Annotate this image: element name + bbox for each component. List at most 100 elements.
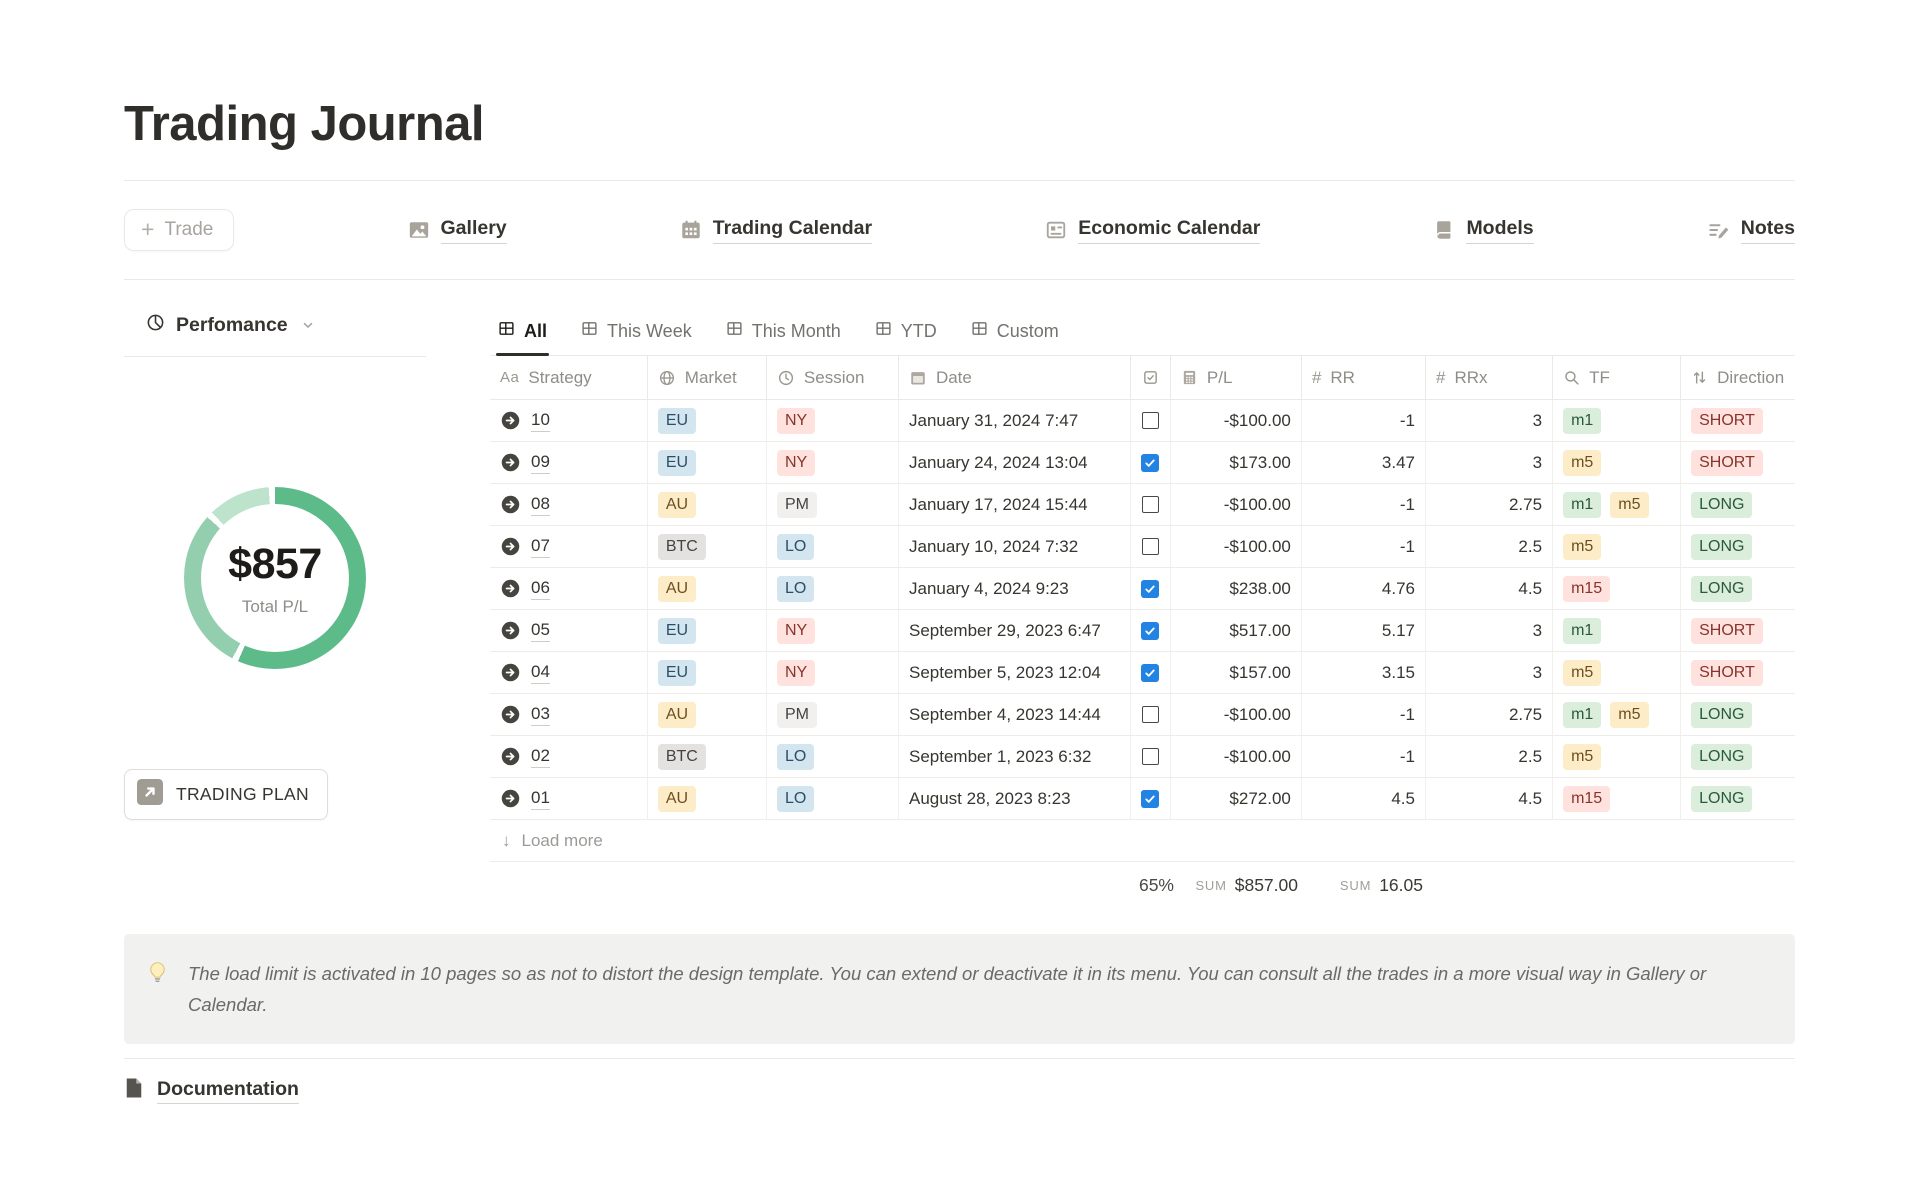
cell-tf[interactable]: m15	[1553, 568, 1681, 609]
cell-tf[interactable]: m1	[1553, 400, 1681, 441]
row-checkbox[interactable]	[1141, 622, 1159, 640]
cell-rr[interactable]: 4.5	[1302, 778, 1426, 819]
cell-rrx[interactable]: 3	[1426, 610, 1553, 651]
cell-tf[interactable]: m15	[1553, 778, 1681, 819]
row-checkbox[interactable]	[1142, 496, 1159, 513]
strategy-link[interactable]: 09	[500, 452, 550, 474]
cell-direction[interactable]: SHORT	[1681, 442, 1795, 483]
cell-market[interactable]: AU	[648, 778, 767, 819]
cell-date[interactable]: August 28, 2023 8:23	[899, 778, 1131, 819]
cell-pl[interactable]: $272.00	[1171, 778, 1302, 819]
cell-pl[interactable]: $517.00	[1171, 610, 1302, 651]
cell-market[interactable]: EU	[648, 652, 767, 693]
cell-date[interactable]: January 24, 2024 13:04	[899, 442, 1131, 483]
cell-rrx[interactable]: 2.75	[1426, 694, 1553, 735]
cell-checked[interactable]	[1131, 442, 1171, 483]
cell-tf[interactable]: m1m5	[1553, 484, 1681, 525]
cell-session[interactable]: LO	[767, 778, 899, 819]
cell-strategy[interactable]: 05	[490, 610, 648, 651]
cell-checked[interactable]	[1131, 568, 1171, 609]
nav-link-economic-calendar[interactable]: Economic Calendar	[1045, 217, 1260, 244]
cell-rrx[interactable]: 3	[1426, 652, 1553, 693]
cell-rr[interactable]: -1	[1302, 400, 1426, 441]
trading-plan-button[interactable]: TRADING PLAN	[124, 769, 328, 820]
cell-date[interactable]: January 10, 2024 7:32	[899, 526, 1131, 567]
cell-direction[interactable]: LONG	[1681, 568, 1795, 609]
strategy-link[interactable]: 02	[500, 746, 550, 768]
cell-market[interactable]: EU	[648, 442, 767, 483]
documentation-link[interactable]: Documentation	[124, 1077, 1795, 1104]
cell-strategy[interactable]: 02	[490, 736, 648, 777]
trade-button[interactable]: + Trade	[124, 209, 234, 251]
cell-pl[interactable]: $238.00	[1171, 568, 1302, 609]
cell-session[interactable]: NY	[767, 400, 899, 441]
cell-direction[interactable]: LONG	[1681, 484, 1795, 525]
column-header-rrx[interactable]: #RRx	[1426, 356, 1553, 399]
cell-strategy[interactable]: 03	[490, 694, 648, 735]
cell-rr[interactable]: 3.15	[1302, 652, 1426, 693]
cell-market[interactable]: AU	[648, 568, 767, 609]
cell-rrx[interactable]: 2.5	[1426, 526, 1553, 567]
cell-market[interactable]: BTC	[648, 526, 767, 567]
pl-sum-aggregate[interactable]: SUM $857.00	[1176, 862, 1308, 908]
cell-tf[interactable]: m5	[1553, 736, 1681, 777]
row-checkbox[interactable]	[1141, 580, 1159, 598]
cell-tf[interactable]: m5	[1553, 652, 1681, 693]
cell-strategy[interactable]: 06	[490, 568, 648, 609]
row-checkbox[interactable]	[1141, 454, 1159, 472]
tab-all[interactable]: All	[496, 320, 549, 355]
strategy-link[interactable]: 06	[500, 578, 550, 600]
cell-date[interactable]: September 29, 2023 6:47	[899, 610, 1131, 651]
nav-link-notes[interactable]: Notes	[1707, 217, 1795, 244]
column-header-rr[interactable]: #RR	[1302, 356, 1426, 399]
cell-session[interactable]: PM	[767, 484, 899, 525]
strategy-link[interactable]: 01	[500, 788, 550, 810]
cell-session[interactable]: NY	[767, 442, 899, 483]
cell-pl[interactable]: -$100.00	[1171, 400, 1302, 441]
cell-market[interactable]: AU	[648, 484, 767, 525]
cell-tf[interactable]: m5	[1553, 442, 1681, 483]
column-header-market[interactable]: Market	[648, 356, 767, 399]
cell-session[interactable]: PM	[767, 694, 899, 735]
cell-checked[interactable]	[1131, 652, 1171, 693]
cell-direction[interactable]: LONG	[1681, 736, 1795, 777]
cell-rrx[interactable]: 3	[1426, 442, 1553, 483]
cell-pl[interactable]: -$100.00	[1171, 694, 1302, 735]
cell-checked[interactable]	[1131, 694, 1171, 735]
row-checkbox[interactable]	[1141, 664, 1159, 682]
cell-rrx[interactable]: 2.5	[1426, 736, 1553, 777]
cell-strategy[interactable]: 10	[490, 400, 648, 441]
cell-rrx[interactable]: 3	[1426, 400, 1553, 441]
column-header-date[interactable]: Date	[899, 356, 1131, 399]
cell-rr[interactable]: 4.76	[1302, 568, 1426, 609]
cell-rr[interactable]: -1	[1302, 484, 1426, 525]
cell-date[interactable]: September 5, 2023 12:04	[899, 652, 1131, 693]
performance-view-selector[interactable]: Perfomance	[124, 312, 426, 357]
tab-this-week[interactable]: This Week	[579, 320, 694, 355]
cell-rrx[interactable]: 4.5	[1426, 778, 1553, 819]
cell-checked[interactable]	[1131, 400, 1171, 441]
cell-market[interactable]: BTC	[648, 736, 767, 777]
tab-this-month[interactable]: This Month	[724, 320, 843, 355]
strategy-link[interactable]: 05	[500, 620, 550, 642]
cell-rr[interactable]: -1	[1302, 694, 1426, 735]
cell-session[interactable]: LO	[767, 526, 899, 567]
row-checkbox[interactable]	[1142, 412, 1159, 429]
cell-direction[interactable]: SHORT	[1681, 652, 1795, 693]
cell-date[interactable]: January 4, 2024 9:23	[899, 568, 1131, 609]
strategy-link[interactable]: 10	[500, 410, 550, 432]
cell-pl[interactable]: -$100.00	[1171, 736, 1302, 777]
cell-direction[interactable]: LONG	[1681, 526, 1795, 567]
cell-strategy[interactable]: 08	[490, 484, 648, 525]
checked-percent-aggregate[interactable]: 65%	[1136, 862, 1176, 908]
cell-strategy[interactable]: 09	[490, 442, 648, 483]
nav-link-trading-calendar[interactable]: Trading Calendar	[680, 217, 872, 244]
cell-market[interactable]: EU	[648, 400, 767, 441]
column-header-p-l[interactable]: P/L	[1171, 356, 1302, 399]
row-checkbox[interactable]	[1142, 748, 1159, 765]
row-checkbox[interactable]	[1141, 790, 1159, 808]
cell-rrx[interactable]: 2.75	[1426, 484, 1553, 525]
cell-direction[interactable]: LONG	[1681, 778, 1795, 819]
nav-link-models[interactable]: Models	[1433, 217, 1533, 244]
cell-pl[interactable]: -$100.00	[1171, 484, 1302, 525]
